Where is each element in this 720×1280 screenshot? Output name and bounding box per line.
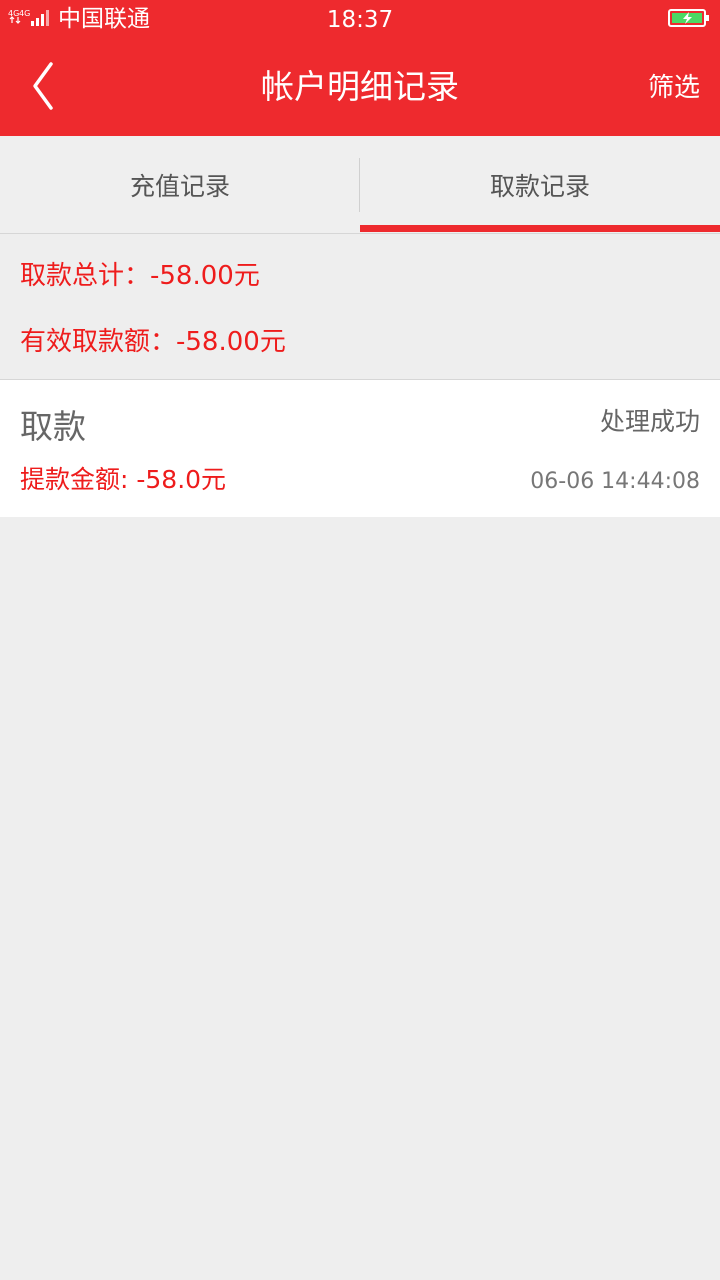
record-status: 处理成功 [599,407,700,436]
back-button[interactable] [22,58,64,114]
active-tab-indicator [360,225,720,232]
withdrawal-total: 取款总计：-58.00元 [20,261,260,291]
filter-button[interactable]: 筛选 [648,68,700,108]
tab-deposit-records[interactable]: 充值记录 [0,136,360,234]
valid-withdrawal-amount: 有效取款额：-58.00元 [20,327,286,357]
list-item[interactable]: 取款 处理成功 提款金额: -58.0元 06-06 14:44:08 [0,380,720,517]
record-amount: 提款金额: -58.0元 [20,465,227,494]
record-datetime: 06-06 14:44:08 [530,469,700,494]
record-title: 取款 [20,407,86,446]
app-header: 4G 4G 中国联通 18:37 帐户明细记录 筛选 [0,0,720,136]
withdrawal-summary: 取款总计：-58.00元 有效取款额：-58.00元 [0,234,720,380]
status-bar: 4G 4G 中国联通 18:37 [0,0,720,40]
record-tabs: 充值记录 取款记录 [0,136,720,234]
battery-charging-icon [668,9,709,27]
status-clock: 18:37 [326,7,394,33]
tab-withdrawal-records[interactable]: 取款记录 [360,136,720,234]
page-title: 帐户明细记录 [261,67,459,106]
chevron-left-icon [33,62,53,110]
